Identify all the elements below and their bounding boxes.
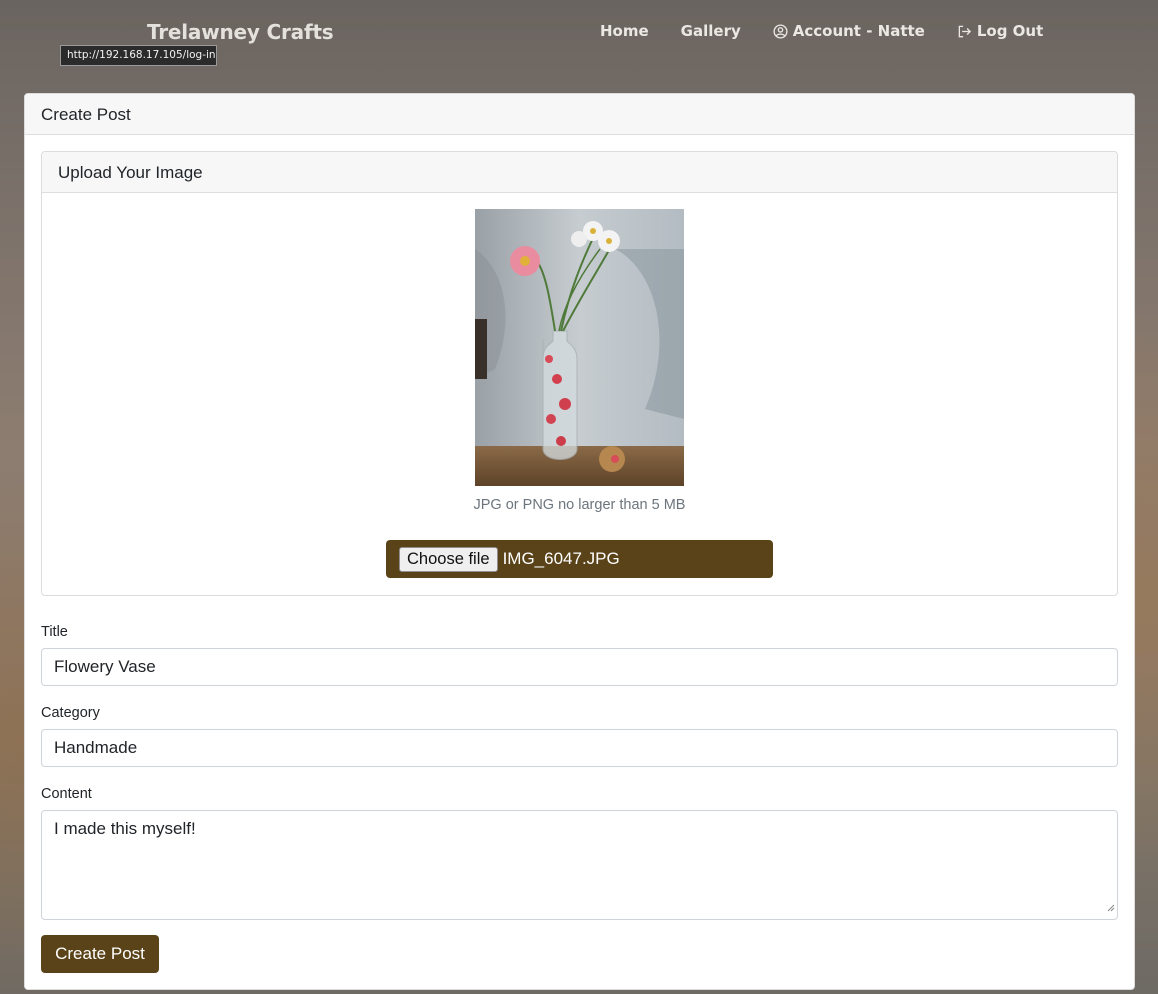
sign-out-icon	[957, 24, 972, 39]
content-textarea[interactable]: I made this myself!	[41, 810, 1118, 920]
nav-logout-link[interactable]: Log Out	[957, 22, 1043, 40]
navbar: Trelawney Crafts http://192.168.17.105/l…	[0, 0, 1158, 80]
nav-account-link[interactable]: Account - Natte	[773, 22, 925, 40]
brand-logo[interactable]: Trelawney Crafts	[147, 20, 334, 44]
nav-account-label: Account - Natte	[792, 22, 925, 40]
nav-gallery-link[interactable]: Gallery	[681, 22, 741, 40]
content-label: Content	[41, 786, 92, 802]
upload-title: Upload Your Image	[42, 152, 1117, 193]
user-circle-icon	[773, 23, 788, 39]
image-preview	[475, 209, 684, 486]
nav-home-label: Home	[600, 22, 649, 40]
title-label: Title	[41, 624, 68, 640]
create-post-button[interactable]: Create Post	[41, 935, 159, 973]
upload-image-card: Upload Your Image JPG or PNG no larger t…	[41, 151, 1118, 596]
title-input[interactable]: Flowery Vase	[41, 648, 1118, 686]
content-text: I made this myself!	[54, 819, 196, 838]
category-input[interactable]: Handmade	[41, 729, 1118, 767]
resize-handle-icon[interactable]	[1105, 897, 1115, 917]
create-post-card: Create Post Upload Your Image JPG or PNG…	[24, 93, 1135, 990]
link-url-tooltip: http://192.168.17.105/log-in	[60, 45, 217, 66]
file-type-hint: JPG or PNG no larger than 5 MB	[473, 497, 686, 513]
nav-logout-label: Log Out	[976, 22, 1044, 40]
card-title: Create Post	[25, 94, 1134, 135]
selected-file-name: IMG_6047.JPG	[502, 549, 620, 568]
choose-file-button[interactable]: Choose file	[399, 546, 498, 572]
nav-gallery-label: Gallery	[680, 22, 741, 40]
category-label: Category	[41, 705, 100, 721]
nav-home-link[interactable]: Home	[600, 22, 649, 40]
nav-links: Home Gallery Account - Natte Log Out	[600, 22, 1075, 40]
file-input[interactable]: Choose file IMG_6047.JPG	[386, 540, 773, 578]
